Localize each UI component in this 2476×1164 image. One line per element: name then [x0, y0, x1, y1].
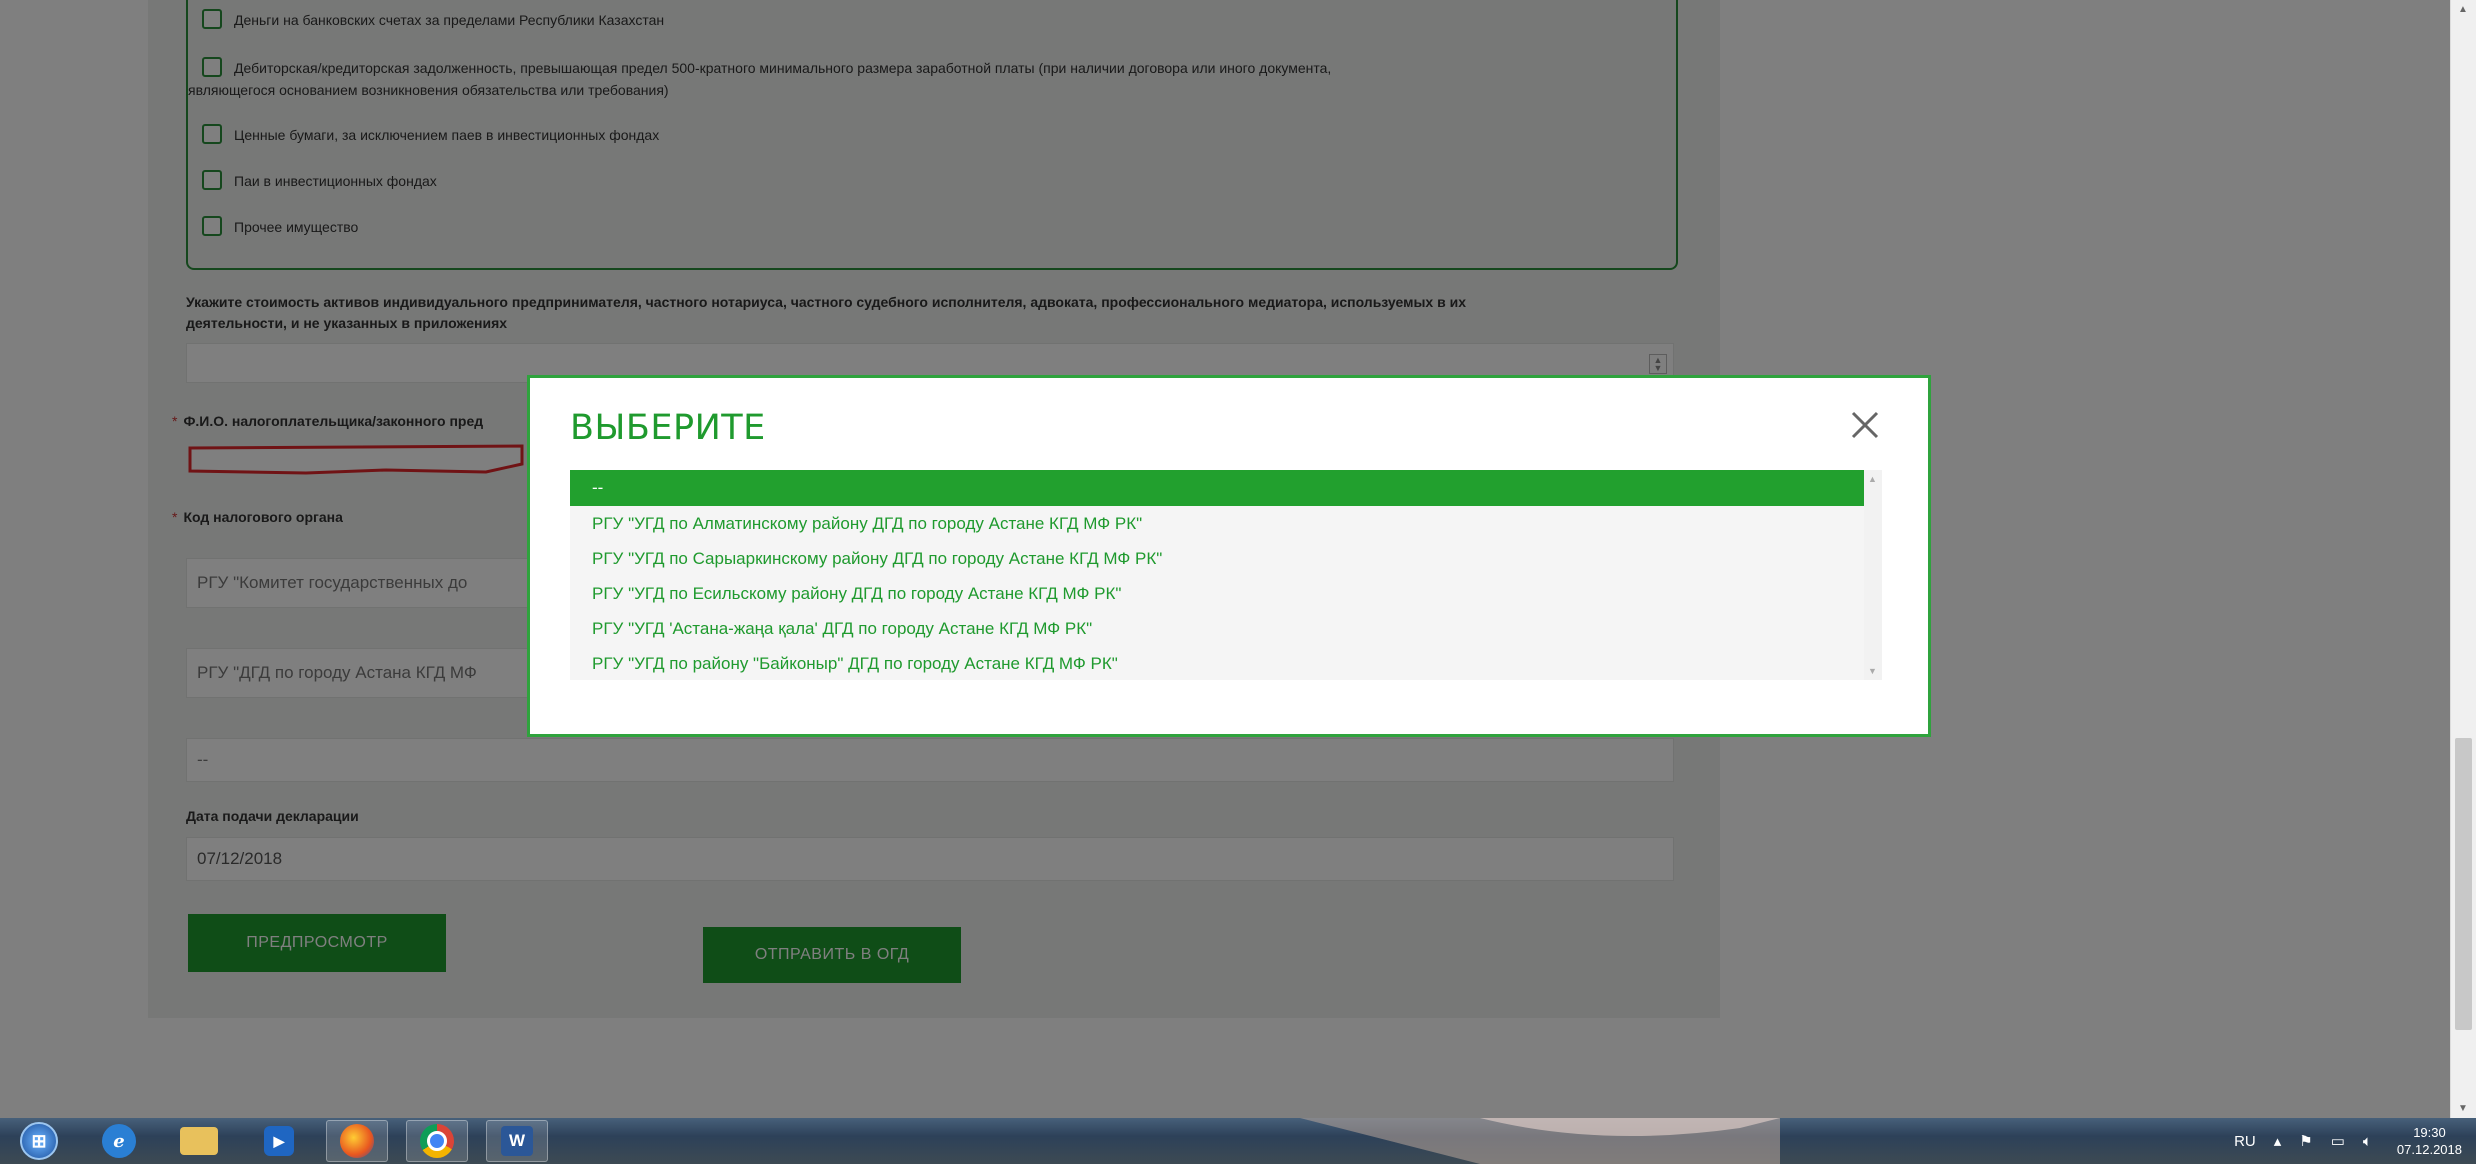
language-indicator[interactable]: RU	[2234, 1133, 2256, 1150]
internet-explorer-icon: e	[102, 1124, 136, 1158]
flag-icon[interactable]: ⚑	[2299, 1132, 2312, 1150]
wallpaper-art	[1300, 1118, 1780, 1164]
list-item[interactable]: РГУ "УГД 'Астана-жаңа қала' ДГД по город…	[570, 611, 1882, 646]
modal-title: ВЫБЕРИТЕ	[570, 408, 766, 448]
list-item[interactable]: РГУ "УГД по району "Байконыр" ДГД по гор…	[570, 646, 1882, 680]
page-scrollbar[interactable]: ▲ ▼	[2450, 0, 2476, 1118]
start-orb-icon: ⊞	[20, 1122, 58, 1160]
taskbar: ⊞ e ▶ W RU ▴ ⚑ ▭ 🔈︎ 19:30 07.12.2018	[0, 1118, 2476, 1164]
scroll-up-icon[interactable]: ▲	[2458, 4, 2468, 15]
word-icon: W	[501, 1126, 533, 1156]
taskbar-app-media[interactable]: ▶	[248, 1120, 310, 1162]
system-tray: RU ▴ ⚑ ▭ 🔈︎ 19:30 07.12.2018	[2225, 1118, 2462, 1164]
volume-icon[interactable]: 🔈︎	[2363, 1133, 2372, 1150]
scroll-up-icon[interactable]: ▲	[1868, 474, 1877, 484]
file-explorer-icon	[180, 1127, 218, 1155]
options-list[interactable]: -- РГУ "УГД по Алматинскому району ДГД п…	[570, 470, 1882, 680]
list-item[interactable]: РГУ "УГД по Алматинскому району ДГД по г…	[570, 506, 1882, 541]
taskbar-app-chrome[interactable]	[406, 1120, 468, 1162]
clock-time: 19:30	[2413, 1125, 2446, 1140]
list-scrollbar[interactable]: ▲ ▼	[1864, 470, 1882, 680]
firefox-icon	[340, 1124, 374, 1158]
close-icon[interactable]	[1848, 408, 1882, 442]
scrollbar-thumb[interactable]	[2455, 738, 2472, 1030]
clock[interactable]: 19:30 07.12.2018	[2397, 1124, 2462, 1158]
scroll-down-icon[interactable]: ▼	[2458, 1103, 2468, 1114]
taskbar-app-explorer[interactable]	[168, 1120, 230, 1162]
taskbar-app-firefox[interactable]	[326, 1120, 388, 1162]
scroll-down-icon[interactable]: ▼	[1868, 666, 1877, 676]
chevron-up-icon[interactable]: ▴	[2274, 1132, 2282, 1150]
list-item[interactable]: РГУ "УГД по Есильскому району ДГД по гор…	[570, 576, 1882, 611]
start-button[interactable]: ⊞	[8, 1120, 70, 1162]
clock-date: 07.12.2018	[2396, 1142, 2462, 1157]
network-icon[interactable]: ▭	[2331, 1132, 2345, 1150]
list-item[interactable]: РГУ "УГД по Сарыаркинскому району ДГД по…	[570, 541, 1882, 576]
list-item[interactable]: --	[570, 470, 1882, 506]
media-player-icon: ▶	[264, 1126, 294, 1156]
chrome-icon	[420, 1124, 454, 1158]
taskbar-app-word[interactable]: W	[486, 1120, 548, 1162]
taskbar-app-ie[interactable]: e	[88, 1120, 150, 1162]
select-modal: ВЫБЕРИТЕ -- РГУ "УГД по Алматинскому рай…	[527, 375, 1931, 737]
